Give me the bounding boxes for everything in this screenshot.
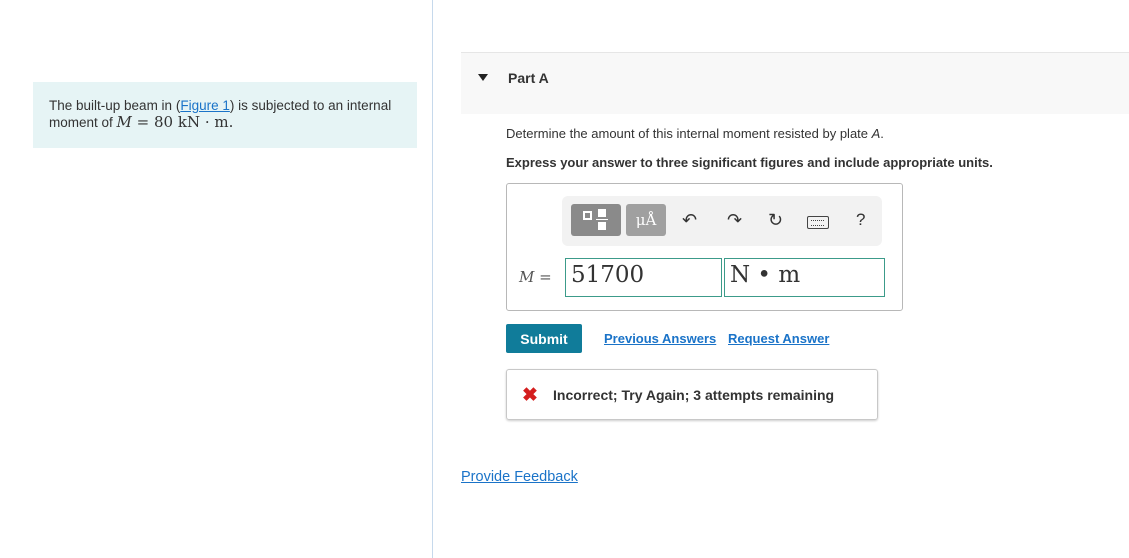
units-input[interactable]: N • m	[724, 258, 885, 297]
fraction-template-icon	[578, 207, 614, 233]
answer-variable-label: M =	[519, 268, 552, 286]
question-end: .	[880, 126, 884, 141]
submit-button[interactable]: Submit	[506, 324, 582, 353]
help-button[interactable]: ?	[856, 210, 865, 230]
previous-answers-link[interactable]: Previous Answers	[604, 331, 716, 346]
question-body: Determine the amount of this internal mo…	[506, 126, 872, 141]
units-button[interactable]: μÅ	[626, 204, 666, 236]
value-input[interactable]: 51700	[565, 258, 722, 297]
moment-value: = 80 kN · m.	[131, 113, 234, 131]
redo-icon[interactable]: ↷	[727, 208, 742, 232]
request-answer-link[interactable]: Request Answer	[728, 331, 829, 346]
question-plate-var: A	[871, 126, 881, 141]
feedback-text: Incorrect; Try Again; 3 attempts remaini…	[553, 387, 835, 403]
moment-variable: M	[116, 113, 132, 131]
answer-equals: =	[534, 268, 552, 286]
templates-button[interactable]	[571, 204, 621, 236]
answer-var: M	[519, 268, 535, 286]
undo-icon[interactable]: ↶	[682, 208, 697, 232]
math-toolbar: μÅ ↶ ↷ ↻ ?	[562, 196, 882, 246]
problem-text-before: The built-up beam in (	[49, 98, 181, 113]
answer-instruction: Express your answer to three significant…	[506, 155, 993, 170]
provide-feedback-link[interactable]: Provide Feedback	[461, 469, 578, 485]
column-divider	[432, 0, 433, 558]
keyboard-icon[interactable]	[807, 216, 829, 229]
problem-statement: The built-up beam in (Figure 1) is subje…	[33, 82, 417, 148]
feedback-message-box: ✖ Incorrect; Try Again; 3 attempts remai…	[506, 369, 878, 420]
incorrect-x-icon: ✖	[522, 385, 538, 406]
question-text: Determine the amount of this internal mo…	[506, 126, 884, 141]
reset-icon[interactable]: ↻	[768, 208, 783, 232]
figure-link[interactable]: Figure 1	[180, 98, 230, 113]
part-title: Part A	[508, 70, 549, 86]
moment-expression: M = 80 kN · m.	[117, 113, 234, 131]
collapse-caret-icon[interactable]	[478, 74, 488, 81]
part-a-header[interactable]: Part A	[461, 52, 1129, 114]
